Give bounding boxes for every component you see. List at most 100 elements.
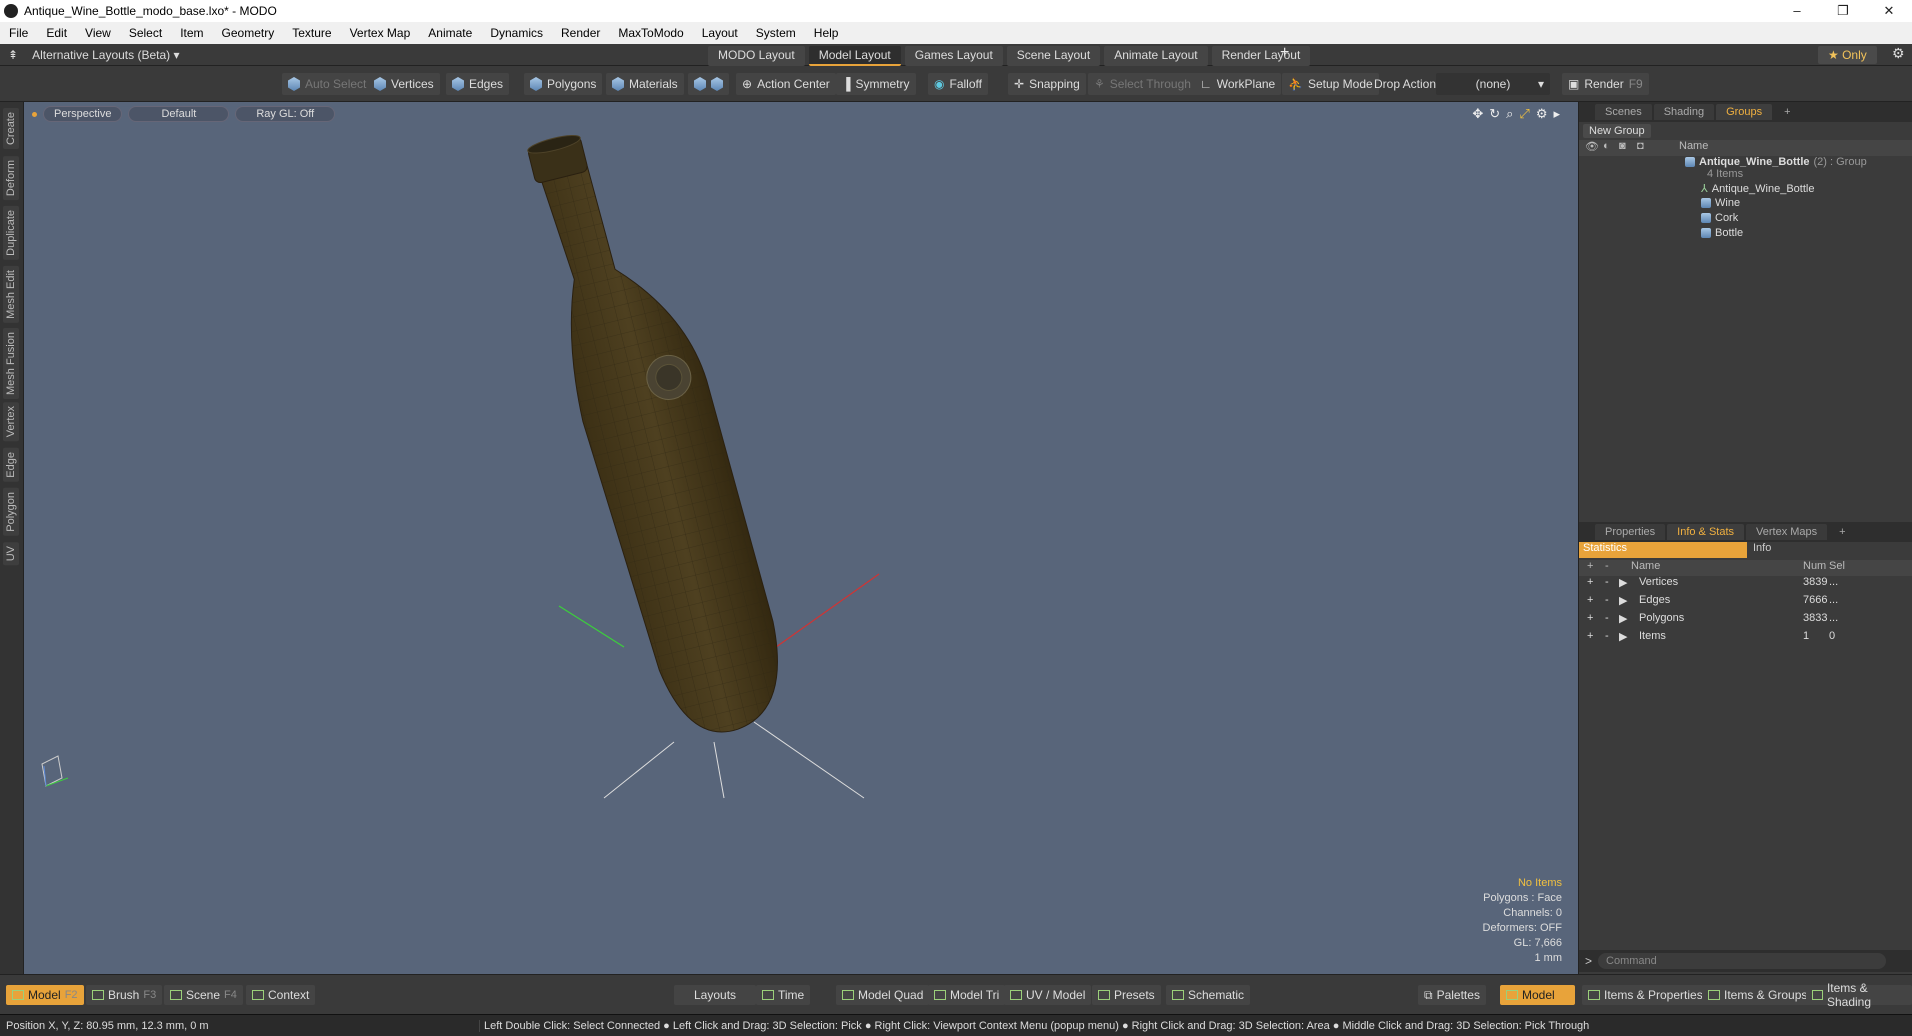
- falloff-button[interactable]: ◉ Falloff: [928, 73, 988, 95]
- tab-modo-layout[interactable]: MODO Layout: [708, 46, 805, 66]
- tab-info-stats[interactable]: Info & Stats: [1667, 524, 1745, 540]
- command-input[interactable]: Command: [1598, 953, 1886, 969]
- tab-groups[interactable]: Groups: [1716, 104, 1773, 120]
- symmetry-button[interactable]: ▐ Symmetry: [836, 73, 916, 95]
- vertices-button[interactable]: Vertices: [368, 73, 440, 95]
- auto-select-button[interactable]: Auto Select: [282, 73, 373, 95]
- statistics-tab[interactable]: Statistics: [1579, 542, 1747, 558]
- new-group-button[interactable]: New Group: [1583, 124, 1651, 138]
- expand-arrow-icon[interactable]: ▶: [1619, 612, 1627, 625]
- expand-arrow-icon[interactable]: ▶: [1619, 594, 1627, 607]
- tab-shading[interactable]: Shading: [1653, 104, 1715, 120]
- materials-button[interactable]: Materials: [606, 73, 684, 95]
- tab-games-layout[interactable]: Games Layout: [904, 46, 1003, 66]
- tab-edge[interactable]: Edge: [3, 448, 19, 482]
- expand-arrow-icon[interactable]: ▶: [1619, 576, 1627, 589]
- presets-button[interactable]: Presets: [1092, 985, 1161, 1005]
- gear-icon[interactable]: ⚙: [1892, 45, 1905, 62]
- 3d-viewport[interactable]: Perspective Default Ray GL: Off ✥ ↻ ⌕ ⤢ …: [24, 102, 1578, 974]
- tab-uv[interactable]: UV: [3, 542, 19, 566]
- brush-mode-button[interactable]: Brush F3: [86, 985, 163, 1005]
- tree-item[interactable]: Cork: [1701, 212, 1738, 224]
- items-shading-button[interactable]: Items & Shading: [1806, 981, 1912, 1009]
- tab-polygon[interactable]: Polygon: [3, 488, 19, 536]
- stats-row-polygons[interactable]: + - ▶ Polygons 3833...: [1579, 612, 1912, 630]
- tab-vertex-maps[interactable]: Vertex Maps: [1746, 524, 1828, 540]
- uv-model-button[interactable]: UV / Model: [1004, 985, 1092, 1005]
- menu-vertex-map[interactable]: Vertex Map: [341, 26, 420, 40]
- render-toggle-icon[interactable]: ◙: [1619, 140, 1626, 152]
- tree-item[interactable]: Bottle: [1701, 227, 1743, 239]
- model-mode-button[interactable]: Model F2: [6, 985, 84, 1005]
- tab-scene-layout[interactable]: Scene Layout: [1006, 46, 1101, 66]
- group-row[interactable]: Antique_Wine_Bottle (2) : Group: [1685, 156, 1867, 168]
- model-quad-button[interactable]: Model Quad: [836, 985, 930, 1005]
- tab-deform[interactable]: Deform: [3, 156, 19, 201]
- eye-icon[interactable]: 👁: [1585, 140, 1599, 153]
- select-mode-icons[interactable]: [688, 73, 729, 95]
- lock-icon[interactable]: ◐: [1603, 140, 1610, 152]
- tab-duplicate[interactable]: Duplicate: [3, 206, 19, 260]
- setup-mode-button[interactable]: ⛹ Setup Mode: [1282, 73, 1379, 95]
- menu-texture[interactable]: Texture: [283, 26, 340, 40]
- only-toggle[interactable]: ★ Only: [1818, 46, 1877, 64]
- add-tab-button[interactable]: +: [1829, 524, 1855, 540]
- select-toggle-icon[interactable]: ◘: [1637, 140, 1644, 152]
- minimize-button[interactable]: –: [1774, 3, 1820, 19]
- items-properties-button[interactable]: Items & Properties: [1582, 985, 1709, 1005]
- select-through-button[interactable]: ⚘ Select Through: [1088, 73, 1197, 95]
- stats-row-items[interactable]: + - ▶ Items 1 0: [1579, 630, 1912, 648]
- tab-scenes[interactable]: Scenes: [1595, 104, 1652, 120]
- menu-help[interactable]: Help: [805, 26, 848, 40]
- workplane-button[interactable]: ∟ WorkPlane: [1194, 73, 1282, 95]
- scene-mode-button[interactable]: Scene F4: [164, 985, 243, 1005]
- menu-maxtomodo[interactable]: MaxToModo: [609, 26, 692, 40]
- menu-item[interactable]: Item: [171, 26, 212, 40]
- info-tab[interactable]: Info: [1747, 542, 1771, 558]
- menu-geometry[interactable]: Geometry: [213, 26, 284, 40]
- render-button[interactable]: ▣ Render F9: [1562, 73, 1649, 95]
- tree-item[interactable]: Wine: [1701, 197, 1740, 209]
- model-layout-button[interactable]: Model: [1500, 985, 1575, 1005]
- tab-render-layout[interactable]: Render Layout: [1211, 46, 1311, 66]
- tab-model-layout[interactable]: Model Layout: [808, 46, 901, 66]
- menu-render[interactable]: Render: [552, 26, 609, 40]
- collapse-icon[interactable]: ⇞: [8, 48, 18, 62]
- menu-edit[interactable]: Edit: [37, 26, 76, 40]
- time-button[interactable]: Time: [756, 985, 811, 1005]
- expand-arrow-icon[interactable]: ▶: [1619, 630, 1627, 643]
- wine-bottle-model[interactable]: [515, 115, 797, 748]
- layouts-button[interactable]: Layouts: [674, 985, 757, 1005]
- stats-row-vertices[interactable]: + - ▶ Vertices 3839...: [1579, 576, 1912, 594]
- palettes-button[interactable]: ⧉ Palettes: [1418, 985, 1486, 1005]
- tab-properties[interactable]: Properties: [1595, 524, 1666, 540]
- snapping-button[interactable]: ✛ Snapping: [1008, 73, 1086, 95]
- action-center-button[interactable]: ⊕ Action Center: [736, 73, 836, 95]
- tab-create[interactable]: Create: [3, 108, 19, 150]
- menu-view[interactable]: View: [76, 26, 120, 40]
- add-tab-button[interactable]: +: [1774, 104, 1800, 120]
- maximize-button[interactable]: ❐: [1820, 3, 1866, 19]
- tab-mesh-fusion[interactable]: Mesh Fusion: [3, 328, 19, 399]
- menu-system[interactable]: System: [747, 26, 805, 40]
- schematic-button[interactable]: Schematic: [1166, 985, 1251, 1005]
- close-button[interactable]: ✕: [1866, 3, 1912, 19]
- edges-button[interactable]: Edges: [446, 73, 510, 95]
- menu-file[interactable]: File: [0, 26, 37, 40]
- menu-layout[interactable]: Layout: [693, 26, 747, 40]
- context-button[interactable]: Context: [246, 985, 316, 1005]
- stats-row-edges[interactable]: + - ▶ Edges 7666...: [1579, 594, 1912, 612]
- tree-item[interactable]: ⅄ Antique_Wine_Bottle: [1701, 182, 1814, 196]
- items-groups-button[interactable]: Items & Groups: [1702, 985, 1814, 1005]
- tab-vertex[interactable]: Vertex: [3, 402, 19, 442]
- model-tri-button[interactable]: Model Tri: [928, 985, 1006, 1005]
- add-layout-button[interactable]: +: [1280, 44, 1289, 62]
- menu-select[interactable]: Select: [120, 26, 171, 40]
- polygons-button[interactable]: Polygons: [524, 73, 603, 95]
- tab-mesh-edit[interactable]: Mesh Edit: [3, 266, 19, 323]
- menu-animate[interactable]: Animate: [419, 26, 481, 40]
- menu-dynamics[interactable]: Dynamics: [481, 26, 552, 40]
- drop-action-select[interactable]: (none) ▾: [1436, 73, 1550, 95]
- tab-animate-layout[interactable]: Animate Layout: [1104, 46, 1208, 66]
- alternative-layouts-dropdown[interactable]: Alternative Layouts (Beta) ▾: [32, 48, 179, 62]
